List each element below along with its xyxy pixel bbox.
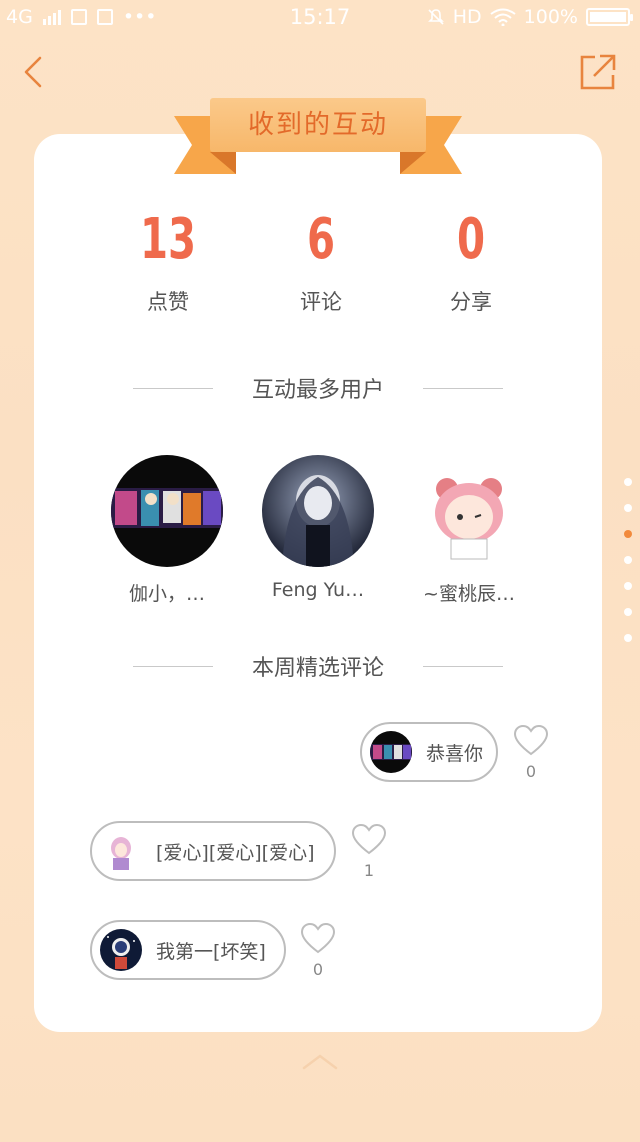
like-button[interactable]: 1 xyxy=(349,823,389,880)
chevron-up-icon xyxy=(302,1054,338,1070)
like-button[interactable]: 0 xyxy=(511,724,551,781)
mute-bell-icon xyxy=(427,9,444,25)
stat-label: 点赞 xyxy=(147,290,189,314)
page-dot[interactable] xyxy=(624,504,632,512)
battery-percent: 100% xyxy=(523,6,578,28)
title-ribbon: 收到的互动 xyxy=(174,98,462,178)
comment-bubble[interactable]: 恭喜你 xyxy=(360,722,498,782)
commenter-avatar xyxy=(100,830,142,872)
top-user-2[interactable]: Feng Yu… xyxy=(243,455,393,601)
top-user-1[interactable]: 伽小，… xyxy=(92,455,242,606)
page-dot[interactable] xyxy=(624,608,632,616)
stat-comments: 6 评论 xyxy=(261,200,381,316)
comment-text: 我第一[坏笑] xyxy=(156,940,266,963)
user-name: Feng Yu… xyxy=(271,579,365,601)
comments-heading: 本周精选评论 xyxy=(251,656,384,681)
comment-text: [爱心][爱心][爱心] xyxy=(156,841,315,864)
divider-line xyxy=(423,388,503,389)
wifi-icon xyxy=(490,8,516,26)
stat-shares: 0 分享 xyxy=(411,200,531,316)
commenter-avatar xyxy=(100,929,142,971)
status-bar: 4G ••• 15:17 HD 100% xyxy=(0,0,640,34)
heart-icon xyxy=(300,922,336,954)
page-indicator[interactable] xyxy=(622,478,634,660)
user-name: ~蜜桃辰… xyxy=(423,583,515,605)
avatar xyxy=(262,455,374,567)
divider-line xyxy=(423,666,503,667)
stat-label: 评论 xyxy=(300,290,342,314)
heart-icon xyxy=(513,724,549,756)
commenter-avatar xyxy=(370,731,412,773)
stat-label: 分享 xyxy=(450,290,492,314)
page-dot[interactable] xyxy=(624,556,632,564)
stat-likes: 13 点赞 xyxy=(108,200,228,316)
comment-text: 恭喜你 xyxy=(426,742,484,765)
page-dot[interactable] xyxy=(624,530,632,538)
comment-bubble[interactable]: [爱心][爱心][爱心] xyxy=(90,821,336,881)
like-count: 0 xyxy=(525,762,537,781)
battery-icon xyxy=(586,8,633,26)
comment-bubble[interactable]: 我第一[坏笑] xyxy=(90,920,286,980)
like-button[interactable]: 0 xyxy=(298,922,338,979)
stat-value: 13 xyxy=(139,207,197,272)
page-dot[interactable] xyxy=(624,582,632,590)
top-user-3[interactable]: ~蜜桃辰… xyxy=(394,455,544,606)
chevron-left-icon xyxy=(24,56,42,88)
stat-value: 6 xyxy=(306,207,336,272)
page-dot[interactable] xyxy=(624,478,632,486)
page-dot[interactable] xyxy=(624,634,632,642)
top-users-heading: 互动最多用户 xyxy=(251,378,384,403)
share-external-icon xyxy=(580,54,616,90)
hd-label: HD xyxy=(452,6,482,28)
avatar xyxy=(111,455,223,567)
stat-value: 0 xyxy=(456,207,486,272)
banner-title: 收到的互动 xyxy=(210,98,426,152)
heart-icon xyxy=(351,823,387,855)
like-count: 0 xyxy=(312,960,324,979)
back-button[interactable] xyxy=(14,52,54,92)
user-name: 伽小，… xyxy=(128,583,205,605)
avatar xyxy=(413,455,525,567)
share-button[interactable] xyxy=(578,52,618,92)
like-count: 1 xyxy=(363,861,375,880)
